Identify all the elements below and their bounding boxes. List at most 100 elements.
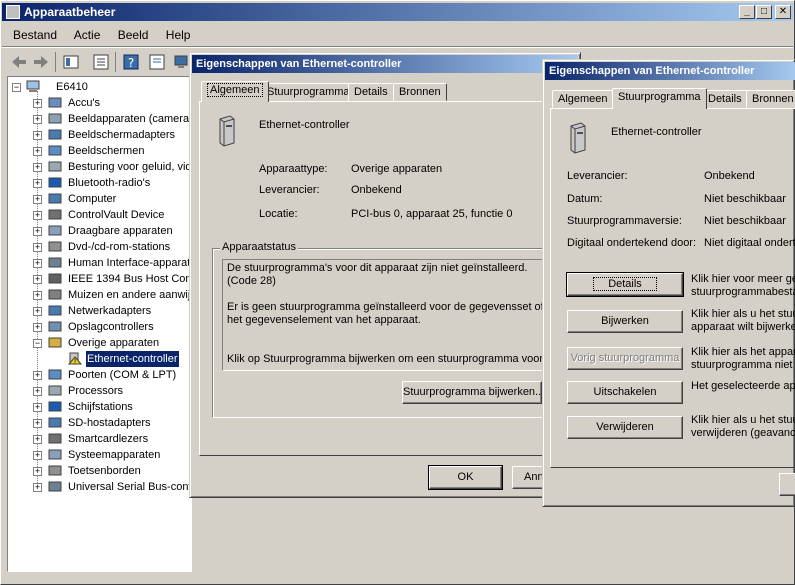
expand-toggle[interactable]: + [33,451,42,460]
expand-toggle[interactable]: + [33,179,42,188]
tab2-bronnen[interactable]: Bronnen [746,90,795,108]
expand-toggle[interactable]: + [33,403,42,412]
tab2-algemeen[interactable]: Algemeen [552,90,614,108]
field-value-type: Overige apparaten [351,163,443,175]
field2-value-signer: Niet digitaal onderte [704,237,795,249]
field-value-location: PCI-bus 0, apparaat 25, functie 0 [351,208,513,220]
tab2-stuurprogramma[interactable]: Stuurprogramma [612,88,707,109]
device-category-icon [48,225,62,236]
menu-bestand[interactable]: Bestand [13,28,57,42]
computer-icon[interactable] [172,53,190,71]
expand-toggle[interactable]: + [33,307,42,316]
expand-toggle[interactable]: + [33,115,42,124]
unknown-device-icon [570,122,586,154]
close-button[interactable]: ✕ [775,5,791,19]
device-category-icon [48,145,62,156]
expand-toggle[interactable]: + [33,259,42,268]
tab2-details[interactable]: Details [702,90,748,108]
forward-arrow-icon[interactable] [32,53,50,71]
device-category-icon [48,465,62,476]
main-titlebar[interactable]: Apparaatbeheer _ □ ✕ [2,3,793,21]
expand-toggle[interactable]: + [33,467,42,476]
tree-item-label: Overige apparaten [68,337,160,349]
dialog1-title: Eigenschappen van Ethernet-controller [196,58,402,70]
field2-label-version: Stuurprogrammaversie: [567,215,682,227]
device-category-icon [48,369,62,380]
device-category-icon [48,305,62,316]
tab-algemeen[interactable]: Algemeen [201,81,269,102]
expand-toggle[interactable]: + [33,195,42,204]
device-category-icon [48,449,62,460]
dialog2-titlebar[interactable]: Eigenschappen van Ethernet-controller [545,62,795,80]
device-name: Ethernet-controller [259,119,350,131]
dialog2-title: Eigenschappen van Ethernet-controller [549,65,755,77]
unknown-device-icon [219,115,235,147]
expand-toggle[interactable]: + [33,243,42,252]
tree-item-label: Beeldschermadapters [68,129,176,141]
properties-view-icon[interactable] [62,53,80,71]
expand-toggle[interactable]: + [33,211,42,220]
uninstall-button[interactable]: Verwijderen [567,416,683,439]
expand-toggle[interactable]: + [33,275,42,284]
tree-item-label: SD-hostadapters [68,417,151,429]
back-arrow-icon[interactable] [10,53,28,71]
update-button[interactable]: Bijwerken [567,310,683,333]
status-line [227,288,565,301]
status-line: (Code 28) [227,275,276,287]
collapse-toggle[interactable]: − [12,83,21,92]
expand-toggle[interactable]: + [33,371,42,380]
expand-toggle[interactable]: + [33,387,42,396]
expand-toggle[interactable]: + [33,227,42,236]
tree-item-label: Computer [68,193,117,205]
tab-bronnen[interactable]: Bronnen [393,83,447,101]
expand-toggle[interactable]: + [33,99,42,108]
expand-toggle[interactable]: + [33,291,42,300]
expand-toggle[interactable]: + [33,131,42,140]
device-name-2: Ethernet-controller [611,126,702,138]
status-group-label: Apparaatstatus [220,241,298,253]
expand-toggle[interactable]: + [33,147,42,156]
field-label-vendor: Leverancier: [259,184,320,196]
warning-device-icon: ! [68,352,82,365]
update-desc: Klik hier als u het stuu apparaat wilt bi… [691,308,795,333]
expand-toggle[interactable]: + [33,419,42,428]
minimize-button[interactable]: _ [739,5,755,19]
status-text-box[interactable]: De stuurprogramma's voor dit apparaat zi… [222,259,570,371]
field2-label-vendor: Leverancier: [567,170,628,182]
device-category-icon [48,273,62,284]
device-tree[interactable]: − E6410 + Accu's + Beeldapparaten (camera's… [7,76,192,572]
list-icon[interactable] [92,53,110,71]
tree-item-label: Opslagcontrollers [68,321,154,333]
device-category-icon [48,433,62,444]
status-line: het gegevenselement van het apparaat. [227,314,421,326]
menu-actie[interactable]: Actie [74,28,101,42]
rollback-button[interactable]: Vorig stuurprogramma [567,347,683,370]
help-icon[interactable]: ? [122,53,140,71]
svg-text:!: ! [74,358,77,366]
scan-hardware-icon[interactable] [148,53,166,71]
disable-button[interactable]: Uitschakelen [567,381,683,404]
menu-beeld[interactable]: Beeld [118,28,149,42]
computer-icon [26,80,40,92]
tab-details[interactable]: Details [348,83,394,101]
expand-toggle[interactable]: + [33,483,42,492]
device-manager-icon [6,5,20,19]
expand-toggle[interactable]: + [33,323,42,332]
device-category-icon [48,289,62,300]
tab-stuurprogramma[interactable]: Stuurprogramma [261,83,356,101]
tree-item-label: Besturing voor geluid, vid [68,161,192,173]
uninstall-desc: Klik hier als u het stuu verwijderen (gea… [691,414,795,439]
dialog1-titlebar[interactable]: Eigenschappen van Ethernet-controller [192,55,578,73]
menu-help[interactable]: Help [166,28,191,42]
driver-details-button[interactable]: Details [566,272,684,297]
expand-toggle[interactable]: + [33,435,42,444]
maximize-button[interactable]: □ [756,5,772,19]
device-category-icon [48,337,62,348]
status-line [227,340,565,353]
ok-button-2[interactable] [779,473,795,496]
update-driver-button[interactable]: Stuurprogramma bijwerken... [402,381,542,404]
device-category-icon [48,401,62,412]
collapse-toggle[interactable]: − [33,339,42,348]
ok-button[interactable]: OK [428,465,503,490]
expand-toggle[interactable]: + [33,163,42,172]
